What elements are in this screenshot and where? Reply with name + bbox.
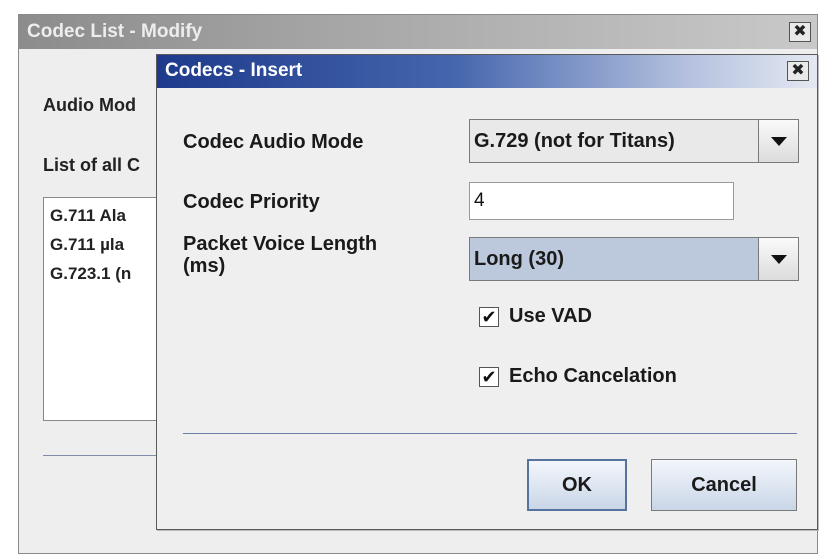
codec-audio-mode-value: G.729 (not for Titans)	[474, 130, 675, 152]
codec-audio-mode-select[interactable]: G.729 (not for Titans)	[469, 119, 799, 163]
packet-voice-length-label: Packet Voice Length	[183, 233, 378, 255]
dialog-close-button[interactable]: ✖	[787, 61, 809, 81]
echo-cancelation-checkbox[interactable]: ✔	[479, 367, 499, 387]
dialog-separator	[183, 433, 797, 434]
codec-priority-input[interactable]: 4	[469, 182, 734, 220]
dialog-titlebar[interactable]: Codecs - Insert ✖	[157, 55, 817, 88]
background-titlebar[interactable]: Codec List - Modify ✖	[19, 15, 817, 49]
audio-mode-label: Audio Mod	[43, 95, 136, 115]
echo-cancelation-label[interactable]: Echo Cancelation	[509, 365, 677, 388]
use-vad-label[interactable]: Use VAD	[509, 305, 592, 328]
codec-list-label: List of all C	[43, 155, 141, 175]
packet-voice-length-value: Long (30)	[474, 248, 564, 270]
packet-voice-length-select[interactable]: Long (30)	[469, 237, 799, 281]
background-dialog-title: Codec List - Modify	[27, 21, 203, 42]
list-item[interactable]: G.723.1 (n	[50, 264, 131, 284]
packet-voice-length-unit-label: (ms)	[183, 255, 226, 277]
close-icon: ✖	[793, 23, 807, 40]
use-vad-checkbox[interactable]: ✔	[479, 307, 499, 327]
list-item[interactable]: G.711 µla	[50, 235, 124, 255]
checkmark-icon: ✔	[481, 307, 497, 327]
codec-priority-label: Codec Priority	[183, 191, 320, 213]
background-close-button[interactable]: ✖	[789, 22, 811, 42]
checkmark-icon: ✔	[481, 367, 497, 387]
cancel-button[interactable]: Cancel	[651, 459, 797, 511]
codecs-insert-dialog: Codecs - Insert ✖ Codec Audio Mode G.729…	[156, 54, 818, 530]
dialog-title: Codecs - Insert	[165, 60, 303, 81]
ok-button[interactable]: OK	[527, 459, 627, 511]
codec-audio-mode-label: Codec Audio Mode	[183, 131, 364, 153]
dropdown-arrow-icon[interactable]	[758, 238, 798, 280]
close-icon: ✖	[791, 62, 805, 79]
dropdown-arrow-icon[interactable]	[758, 120, 798, 162]
list-item[interactable]: G.711 Ala	[50, 206, 126, 226]
